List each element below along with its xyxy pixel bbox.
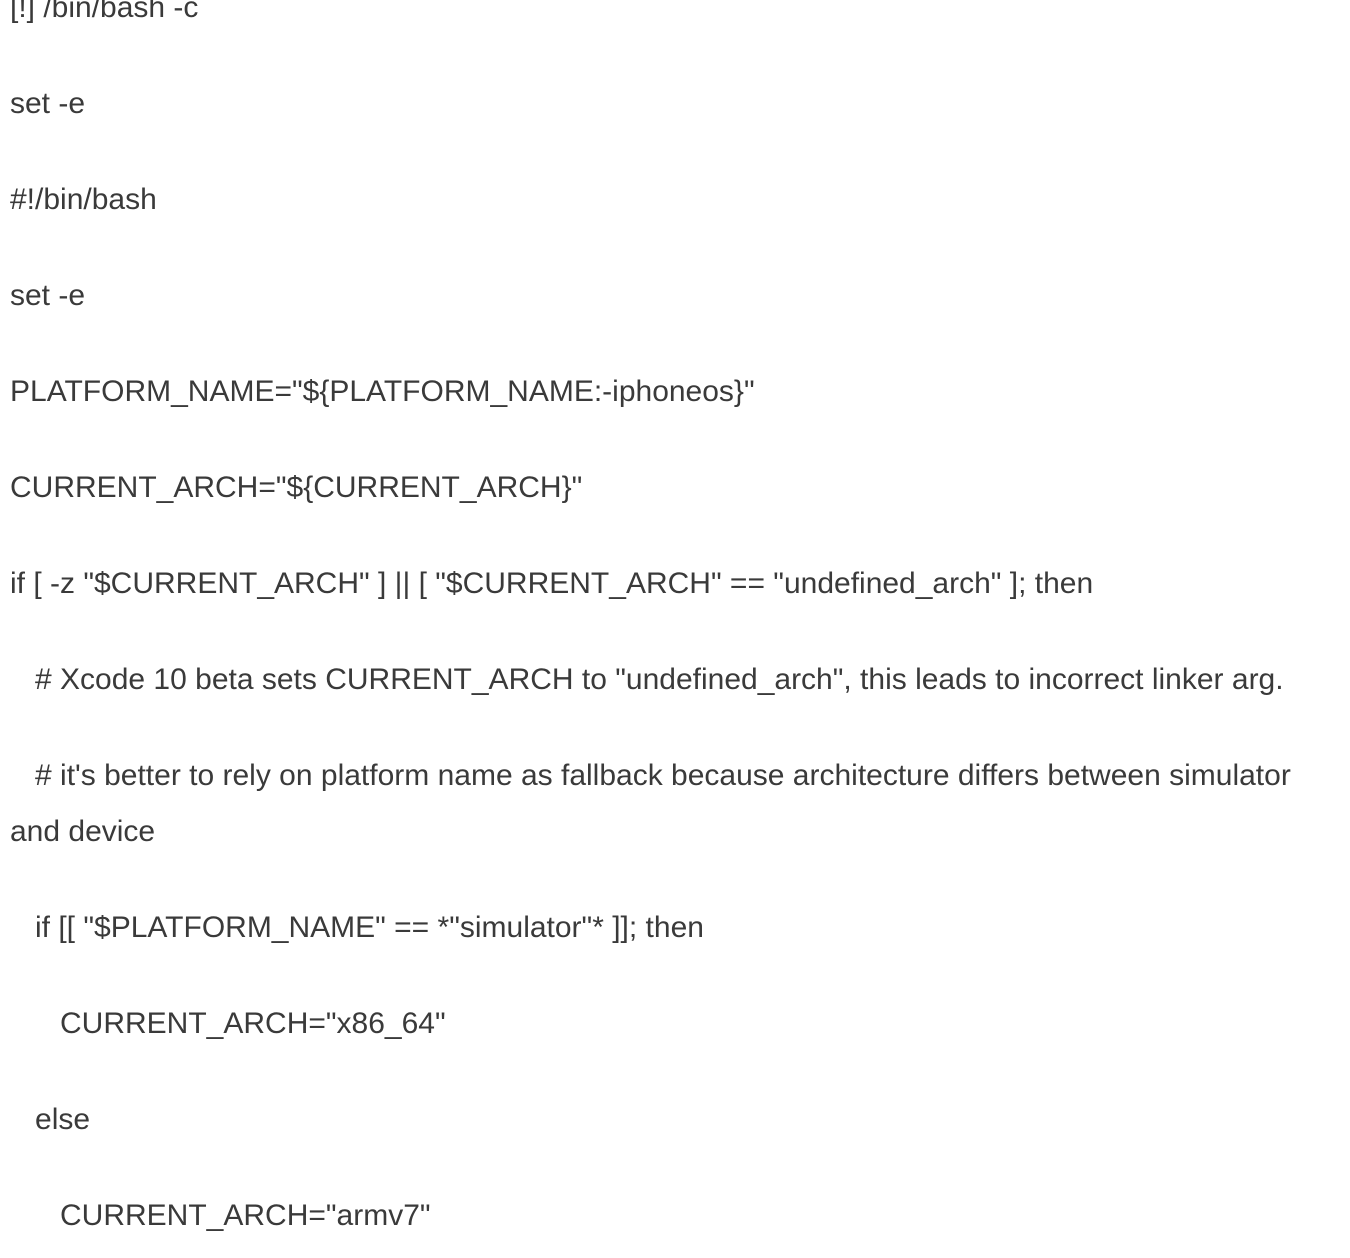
script-document: [!] /bin/bash -c set -e #!/bin/bash set … [0, 0, 1350, 1258]
script-line: if [ -z "$CURRENT_ARCH" ] || [ "$CURRENT… [10, 567, 1094, 600]
script-line: #!/bin/bash [10, 183, 157, 216]
script-line: if [[ "$PLATFORM_NAME" == *"simulator"* … [10, 911, 704, 944]
script-line: set -e [10, 87, 86, 120]
script-line: else [10, 1103, 91, 1136]
script-line: CURRENT_ARCH="armv7" [10, 1199, 431, 1232]
script-comment-line: # it's better to rely on platform name a… [10, 759, 1300, 848]
script-line: CURRENT_ARCH="${CURRENT_ARCH}" [10, 471, 583, 504]
script-line: [!] /bin/bash -c [10, 0, 199, 24]
script-comment-line: # Xcode 10 beta sets CURRENT_ARCH to "un… [10, 663, 1284, 696]
script-line: PLATFORM_NAME="${PLATFORM_NAME:-iphoneos… [10, 375, 755, 408]
script-line: set -e [10, 279, 86, 312]
script-line: CURRENT_ARCH="x86_64" [10, 1007, 446, 1040]
